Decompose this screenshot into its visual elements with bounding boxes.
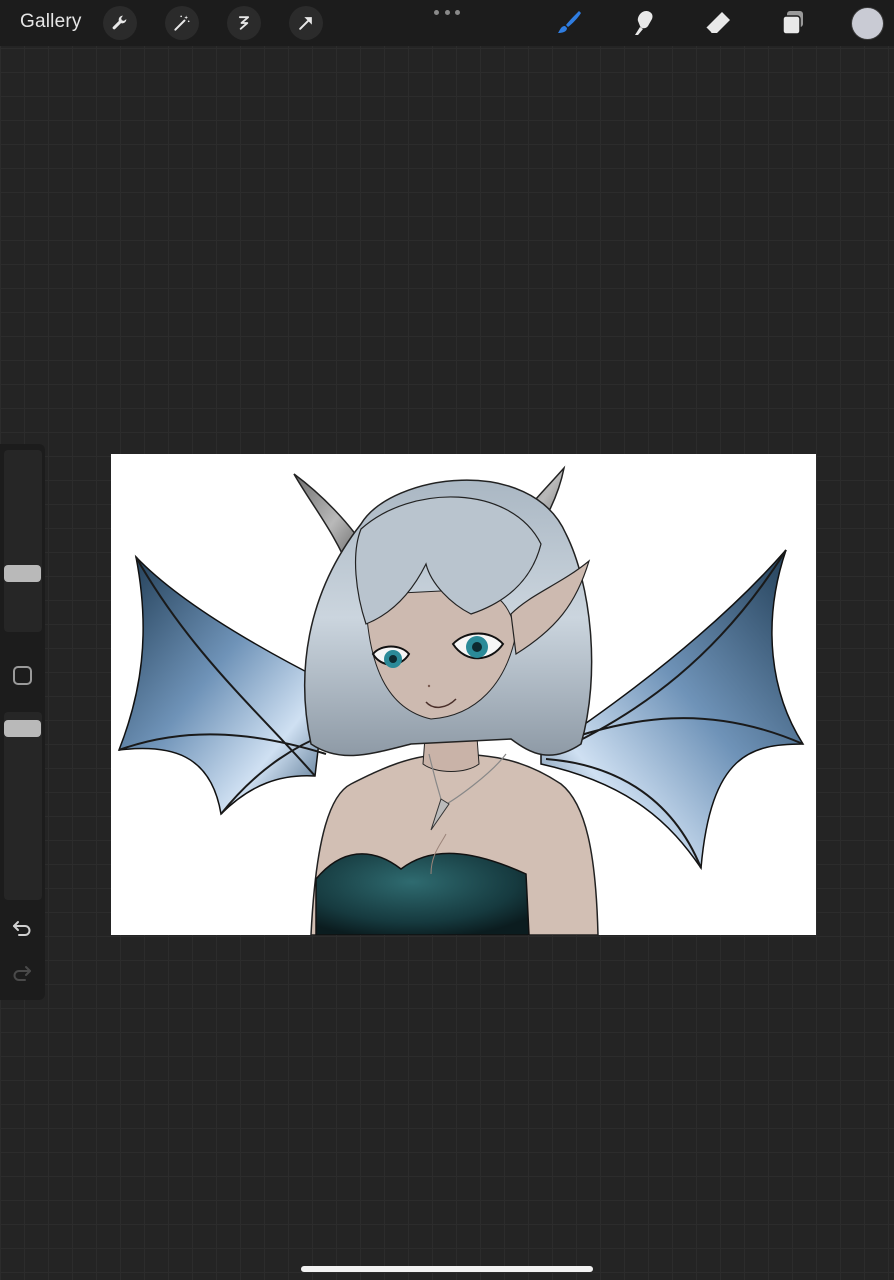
layers-button[interactable] [776, 6, 810, 40]
selection-button[interactable] [227, 6, 261, 40]
gallery-button[interactable]: Gallery [20, 11, 82, 33]
undo-icon[interactable] [10, 916, 34, 940]
smudge-tool-button[interactable] [626, 6, 660, 40]
top-toolbar: Gallery [0, 0, 894, 46]
left-sidebar [0, 444, 45, 1000]
opacity-slider[interactable] [4, 712, 42, 900]
home-indicator[interactable] [301, 1266, 593, 1272]
adjustments-button[interactable] [165, 6, 199, 40]
redo-icon[interactable] [10, 961, 34, 985]
brush-icon [558, 11, 581, 33]
layers-icon [782, 11, 803, 35]
magic-wand-icon [174, 15, 190, 31]
transform-button[interactable] [289, 6, 323, 40]
brush-size-handle[interactable] [4, 565, 41, 582]
selection-icon [238, 16, 250, 30]
opacity-handle[interactable] [4, 720, 41, 737]
more-options-icon[interactable] [434, 4, 460, 20]
actions-button[interactable] [103, 6, 137, 40]
brush-size-slider[interactable] [4, 450, 42, 632]
drawing-canvas[interactable] [111, 454, 816, 935]
transform-arrow-icon [299, 17, 312, 30]
dragon-girl-artwork [117, 465, 805, 935]
modify-square-icon[interactable] [13, 666, 32, 685]
eraser-tool-button[interactable] [701, 6, 735, 40]
eraser-icon [705, 12, 730, 34]
wrench-icon [112, 15, 127, 30]
color-picker-button[interactable] [852, 8, 883, 39]
brush-tool-button[interactable] [551, 6, 585, 40]
smudge-icon [635, 11, 653, 35]
